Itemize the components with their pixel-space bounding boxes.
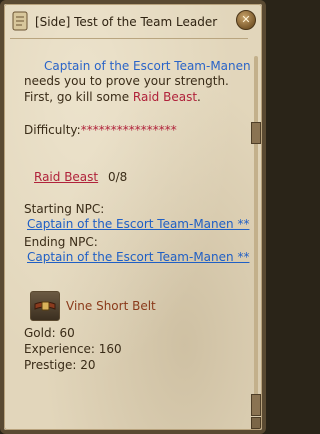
target-monster-link[interactable]: Raid Beast — [133, 90, 197, 104]
difficulty-stars: **************** — [80, 123, 177, 137]
quest-giver-name: Captain of the Escort Team-Manen — [44, 59, 270, 73]
starting-npc-link[interactable]: Captain of the Escort Team-Manen ** — [27, 217, 253, 231]
difficulty-label: Difficulty: — [24, 123, 81, 137]
description-line-1: needs you to prove your strength. — [24, 74, 229, 88]
scrollbar-thumb[interactable] — [251, 122, 261, 144]
reward-prestige: Prestige: 20 — [24, 358, 96, 372]
window-title: [Side] Test of the Team Leader — [35, 15, 218, 29]
objective-target-link[interactable]: Raid Beast — [34, 170, 98, 184]
scrollbar-thumb-lower[interactable] — [251, 394, 261, 416]
difficulty-row: Difficulty:**************** — [24, 123, 250, 137]
header: [Side] Test of the Team Leader ✕ — [4, 4, 262, 38]
starting-npc-name[interactable]: Captain of the Escort Team-Manen ** — [27, 217, 249, 231]
scroll-down-button[interactable] — [251, 417, 261, 429]
ending-npc-name[interactable]: Captain of the Escort Team-Manen ** — [27, 250, 249, 264]
objective-row: Raid Beast 0/8 — [34, 170, 260, 184]
scrollbar-track[interactable] — [254, 56, 258, 408]
close-icon: ✕ — [241, 13, 251, 26]
close-button[interactable]: ✕ — [236, 10, 256, 30]
description-suffix: . — [197, 90, 201, 104]
quest-panel: [Side] Test of the Team Leader ✕ Captain… — [0, 0, 266, 434]
header-divider — [10, 38, 248, 39]
reward-item-slot[interactable] — [30, 291, 60, 321]
ending-npc-link[interactable]: Captain of the Escort Team-Manen ** — [27, 250, 253, 264]
reward-gold: Gold: 60 — [24, 326, 75, 340]
belt-icon — [34, 301, 56, 311]
starting-npc-label: Starting NPC: — [24, 202, 105, 216]
npc-name[interactable]: Captain of the Escort Team-Manen — [44, 59, 251, 73]
quest-scroll-icon — [12, 11, 28, 31]
reward-experience: Experience: 160 — [24, 342, 122, 356]
ending-npc-label: Ending NPC: — [24, 235, 98, 249]
scrollbar[interactable] — [251, 38, 261, 430]
description-line-2: First, go kill some Raid Beast. — [24, 90, 250, 104]
objective-progress: 0/8 — [107, 170, 128, 184]
description-prefix: First, go kill some — [24, 90, 133, 104]
